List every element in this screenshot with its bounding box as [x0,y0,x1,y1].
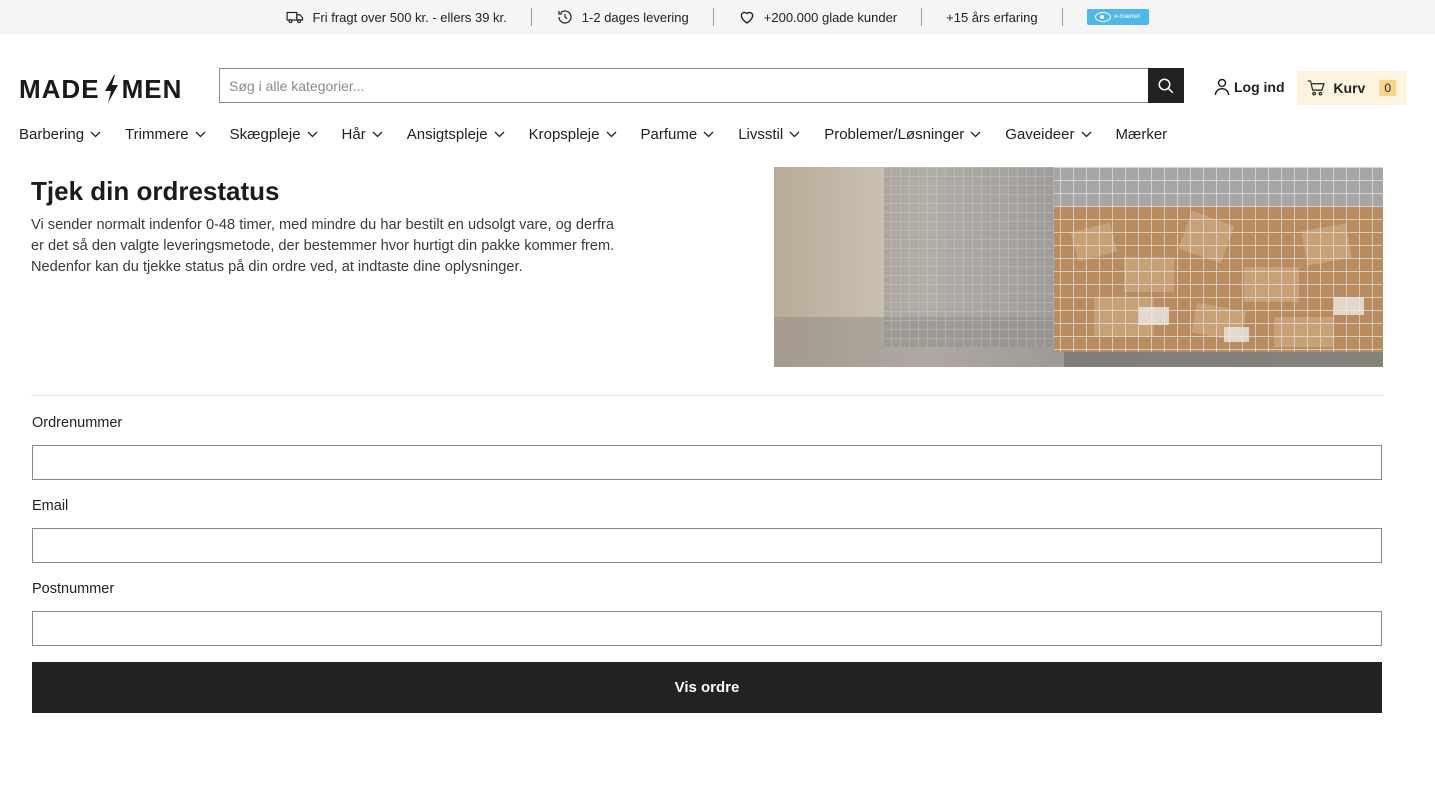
usp-text: 1-2 dages levering [581,9,689,25]
login-label: Log ind [1234,79,1285,95]
nav-item-label: Barbering [19,126,85,143]
chevron-down-icon [789,131,800,138]
cart-label: Kurv [1333,80,1366,96]
cart-button[interactable]: Kurv 0 [1297,71,1406,105]
email-label: Email [32,498,69,514]
nav-item-barbering[interactable]: Barbering [19,126,101,143]
nav-item-kropspleje[interactable]: Kropspleje [529,126,617,143]
chevron-down-icon [372,131,383,138]
chevron-down-icon [195,131,206,138]
search-bar [219,68,1184,103]
cart-icon [1307,80,1325,96]
usp-emaerket: e-mærket [1061,8,1173,26]
bolt-icon [104,75,118,103]
order-lookup-form: Ordrenummer Email Postnummer Vis ordre [32,415,1382,713]
nav-item-label: Livsstil [738,126,784,143]
chevron-down-icon [970,131,981,138]
nav-item-parfume[interactable]: Parfume [641,126,715,143]
nav-item-trimmere[interactable]: Trimmere [125,126,206,143]
logo-text-left: MADE [19,73,100,104]
login-link[interactable]: Log ind [1214,78,1285,96]
nav-item-label: Hår [341,126,366,143]
search-icon [1158,78,1174,93]
warehouse-illustration [774,167,1383,367]
nav-item-label: Gaveideer [1005,126,1075,143]
zip-field[interactable] [32,611,1382,646]
order-number-field[interactable] [32,445,1382,480]
chevron-down-icon [90,131,101,138]
cart-count-badge: 0 [1379,80,1396,96]
chevron-down-icon [703,131,714,138]
usp-experience: +15 års erfaring [921,8,1061,26]
chevron-down-icon [1081,131,1091,138]
nav-item-label: Skægpleje [229,126,301,143]
usp-customers: +200.000 glade kunder [712,8,921,26]
usp-bar: Fri fragt over 500 kr. - ellers 39 kr. 1… [0,0,1435,34]
eye-icon [1095,12,1112,22]
nav-item-problemer[interactable]: Problemer/Løsninger [824,126,981,143]
chevron-down-icon [606,131,616,138]
nav-item-label: Trimmere [125,126,189,143]
order-status-section: Tjek din ordrestatus Vi sender normalt i… [31,167,1383,713]
search-button[interactable] [1148,68,1184,103]
nav-item-maerker[interactable]: Mærker [1116,126,1168,143]
usp-text: +200.000 glade kunder [763,9,898,25]
emaerket-badge[interactable]: e-mærket [1086,9,1149,25]
zip-label: Postnummer [32,581,115,597]
warehouse-image [774,167,1383,367]
order-number-label: Ordrenummer [32,415,123,431]
divider [31,395,1383,396]
nav-item-label: Mærker [1115,126,1168,143]
email-field[interactable] [32,528,1382,563]
chevron-down-icon [307,131,318,138]
heart-icon [740,11,754,24]
logo-text-right: MEN [121,73,183,104]
nav-item-label: Problemer/Løsninger [824,126,965,143]
usp-text: Fri fragt over 500 kr. - ellers 39 kr. [312,9,507,25]
main-nav: Barbering Trimmere Skægpleje Hår Ansigts… [19,126,1191,143]
nav-item-skaegpleje[interactable]: Skægpleje [230,126,318,143]
usp-shipping: Fri fragt over 500 kr. - ellers 39 kr. [262,8,530,26]
usp-delivery: 1-2 dages levering [530,8,713,26]
logo[interactable]: MADE MEN [19,74,182,104]
nav-item-haar[interactable]: Hår [342,126,383,143]
user-icon [1214,78,1230,96]
nav-item-livsstil[interactable]: Livsstil [738,126,800,143]
show-order-button[interactable]: Vis ordre [32,662,1382,713]
search-input[interactable] [219,68,1148,103]
intro-text: Vi sender normalt indenfor 0-48 timer, m… [31,217,615,275]
truck-icon [286,11,304,24]
clock-icon [558,10,572,24]
emaerket-text: e-mærket [1114,14,1140,20]
site-header: MADE MEN Log ind Kurv 0 [0,34,1435,137]
chevron-down-icon [494,131,505,138]
nav-item-label: Kropspleje [528,126,600,143]
nav-item-label: Ansigtspleje [406,126,488,143]
nav-item-ansigtspleje[interactable]: Ansigtspleje [407,126,505,143]
nav-item-gaveideer[interactable]: Gaveideer [1005,126,1091,143]
usp-text: +15 års erfaring [946,9,1038,25]
nav-item-label: Parfume [640,126,698,143]
